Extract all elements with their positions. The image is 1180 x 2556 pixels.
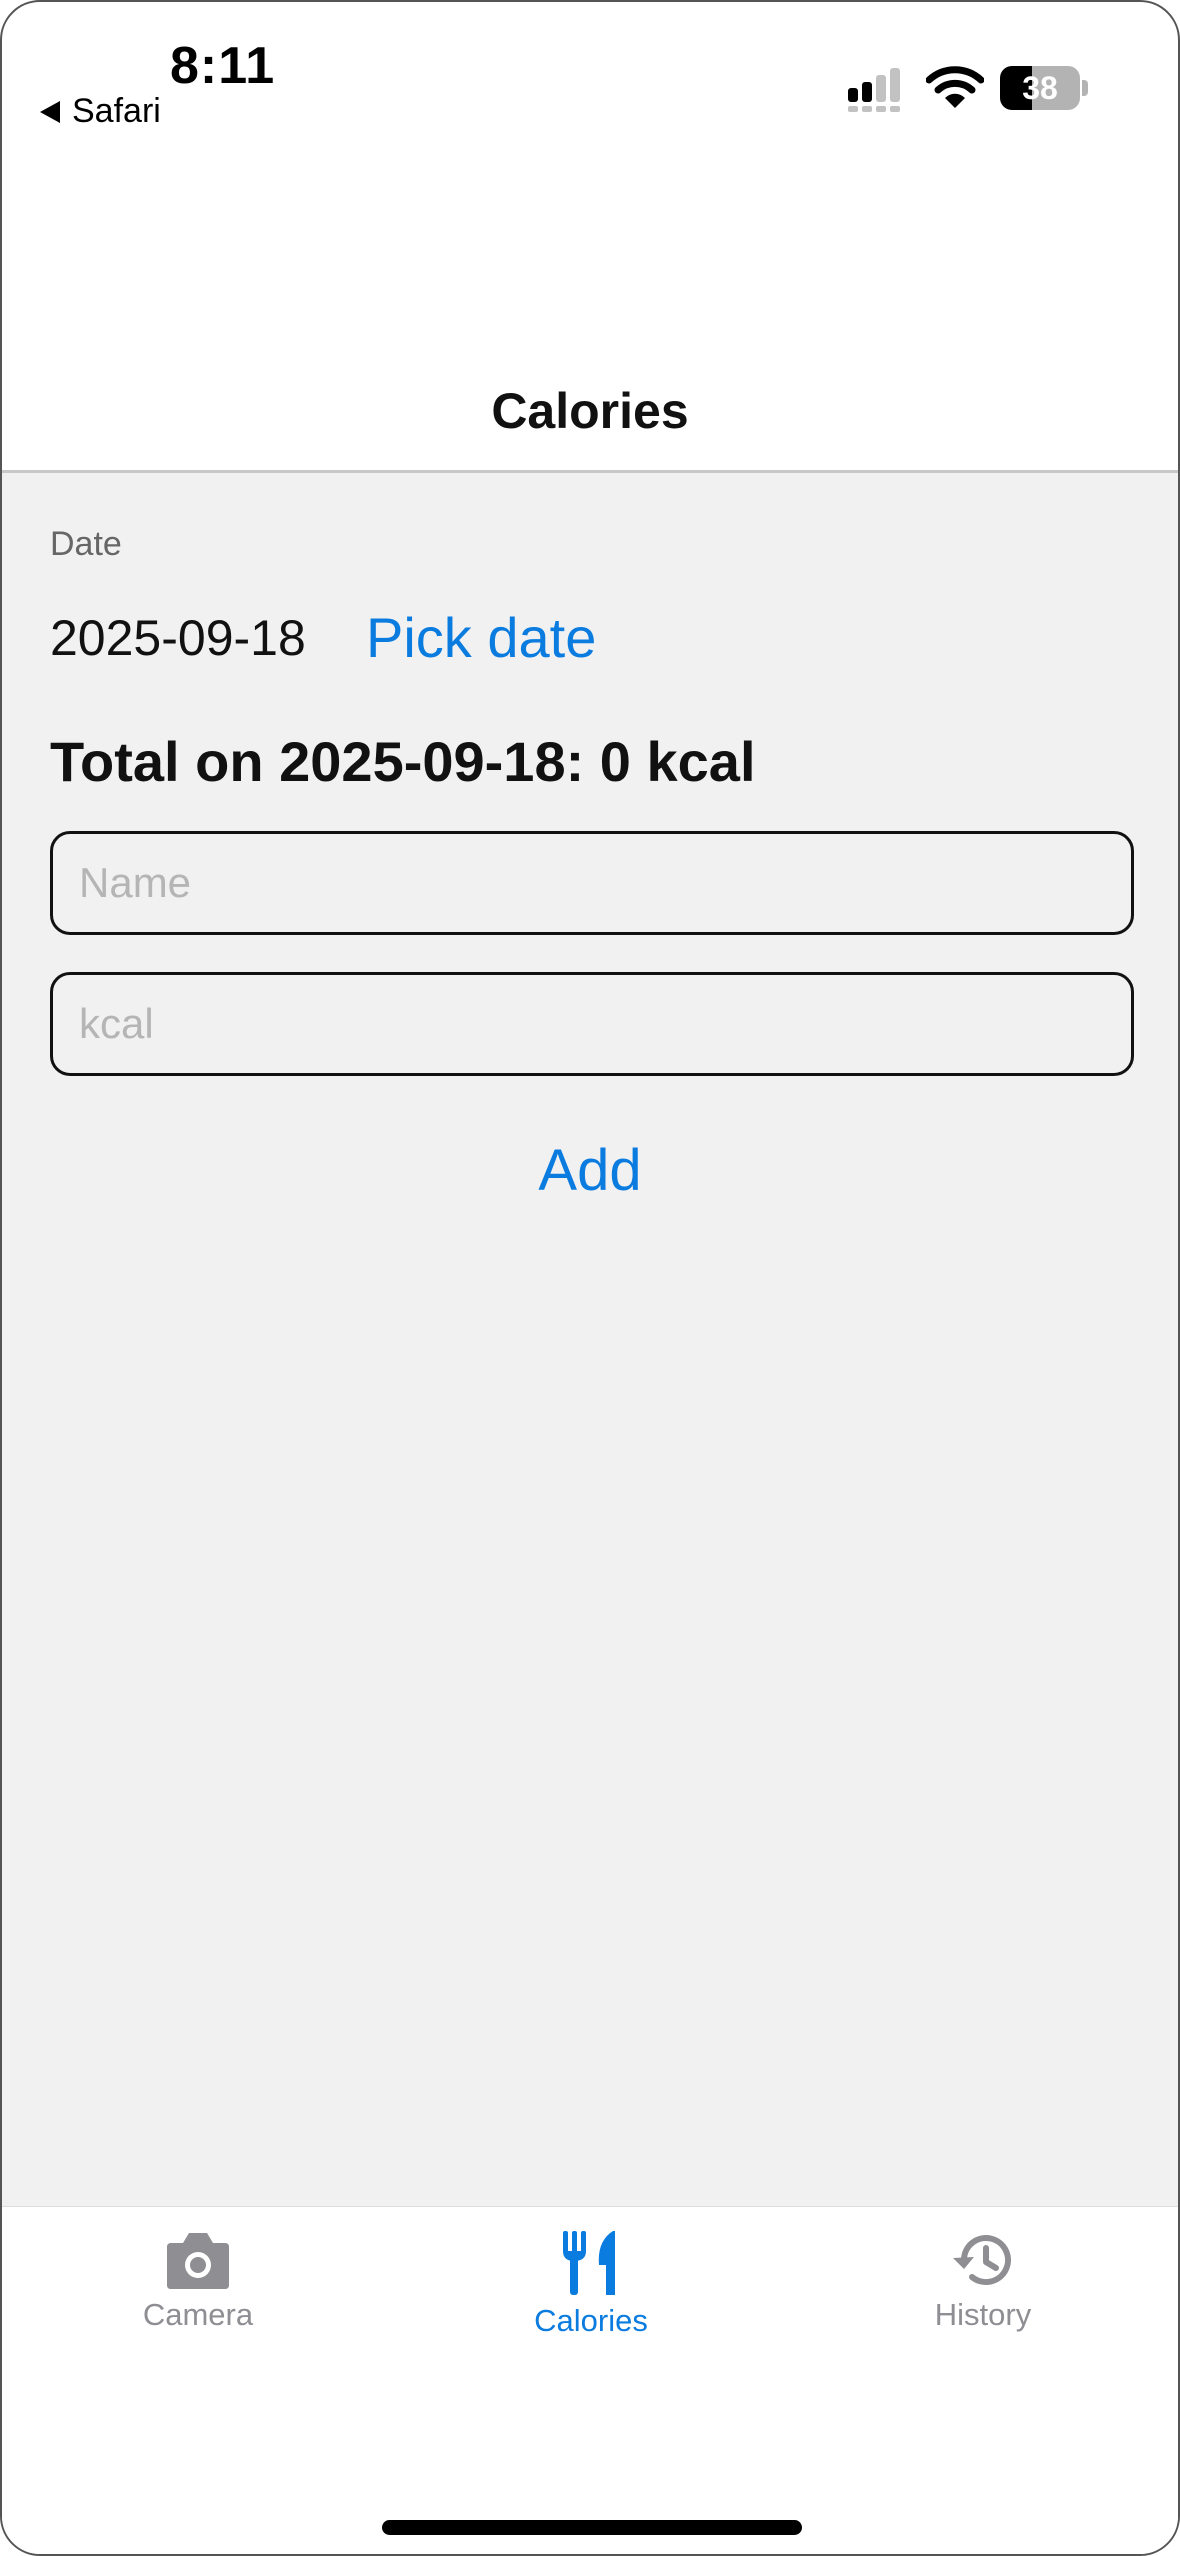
date-value: 2025-09-18 [50, 610, 306, 666]
back-to-safari-button[interactable]: Safari [40, 92, 161, 131]
battery-icon: 38 [1000, 66, 1080, 110]
daily-total: Total on 2025-09-18: 0 kcal [50, 730, 756, 793]
pick-date-button[interactable]: Pick date [366, 605, 596, 670]
camera-icon [167, 2233, 229, 2289]
date-label: Date [50, 525, 122, 563]
back-triangle-icon [40, 100, 60, 123]
wifi-icon [926, 66, 984, 108]
home-indicator[interactable] [382, 2520, 802, 2535]
battery-cap [1082, 80, 1088, 96]
signal-icon [848, 68, 900, 112]
fork-knife-icon [563, 2231, 615, 2295]
tab-camera[interactable]: Camera [48, 2231, 348, 2333]
phone-screen: 8:11 Safari 38 Calories Date 2025-09-18 … [0, 0, 1180, 2556]
back-app-label: Safari [72, 92, 161, 130]
history-clock-icon [953, 2235, 1011, 2286]
battery-level: 38 [1022, 69, 1058, 106]
tab-history[interactable]: History [833, 2231, 1133, 2333]
tab-bar: Camera Calories History [2, 2206, 1178, 2554]
calories-form: Date 2025-09-18 Pick date Total on 2025-… [2, 473, 1178, 2206]
status-time: 8:11 [170, 37, 276, 95]
kcal-input[interactable] [50, 972, 1134, 1076]
tab-history-label: History [934, 2297, 1032, 2332]
tab-calories[interactable]: Calories [441, 2231, 741, 2339]
name-input[interactable] [50, 831, 1134, 935]
tab-calories-label: Calories [534, 2303, 648, 2338]
page-title: Calories [491, 383, 689, 439]
tab-camera-label: Camera [142, 2297, 254, 2332]
add-button[interactable]: Add [2, 1137, 1178, 1204]
